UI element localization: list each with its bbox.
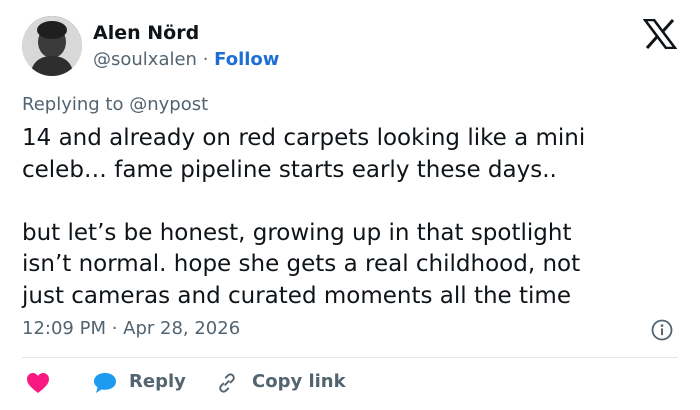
replying-to: Replying to @nypost bbox=[22, 94, 208, 116]
tweet-card: Alen Nörd @soulxalen · Follow Replying t… bbox=[0, 0, 700, 410]
handle-separator: · bbox=[196, 49, 215, 70]
reply-button[interactable]: Reply bbox=[129, 371, 186, 392]
info-icon[interactable] bbox=[651, 319, 673, 341]
x-logo-icon[interactable] bbox=[643, 19, 677, 49]
reply-bubble-icon[interactable] bbox=[93, 372, 117, 394]
author-handle[interactable]: @soulxalen bbox=[93, 49, 197, 70]
author-handle-row: @soulxalen · Follow bbox=[93, 49, 279, 71]
tweet-text: 14 and already on red carpets looking li… bbox=[22, 125, 586, 309]
author-display-name[interactable]: Alen Nörd bbox=[93, 22, 199, 44]
replying-mention[interactable]: @nypost bbox=[129, 94, 208, 115]
copy-link-button[interactable]: Copy link bbox=[252, 371, 346, 392]
link-icon[interactable] bbox=[216, 372, 238, 394]
divider bbox=[22, 357, 678, 358]
avatar[interactable] bbox=[22, 16, 82, 76]
heart-icon[interactable] bbox=[26, 372, 50, 394]
tweet-timestamp[interactable]: 12:09 PM · Apr 28, 2026 bbox=[22, 318, 240, 340]
follow-button[interactable]: Follow bbox=[214, 49, 279, 70]
replying-prefix: Replying to bbox=[22, 94, 130, 115]
